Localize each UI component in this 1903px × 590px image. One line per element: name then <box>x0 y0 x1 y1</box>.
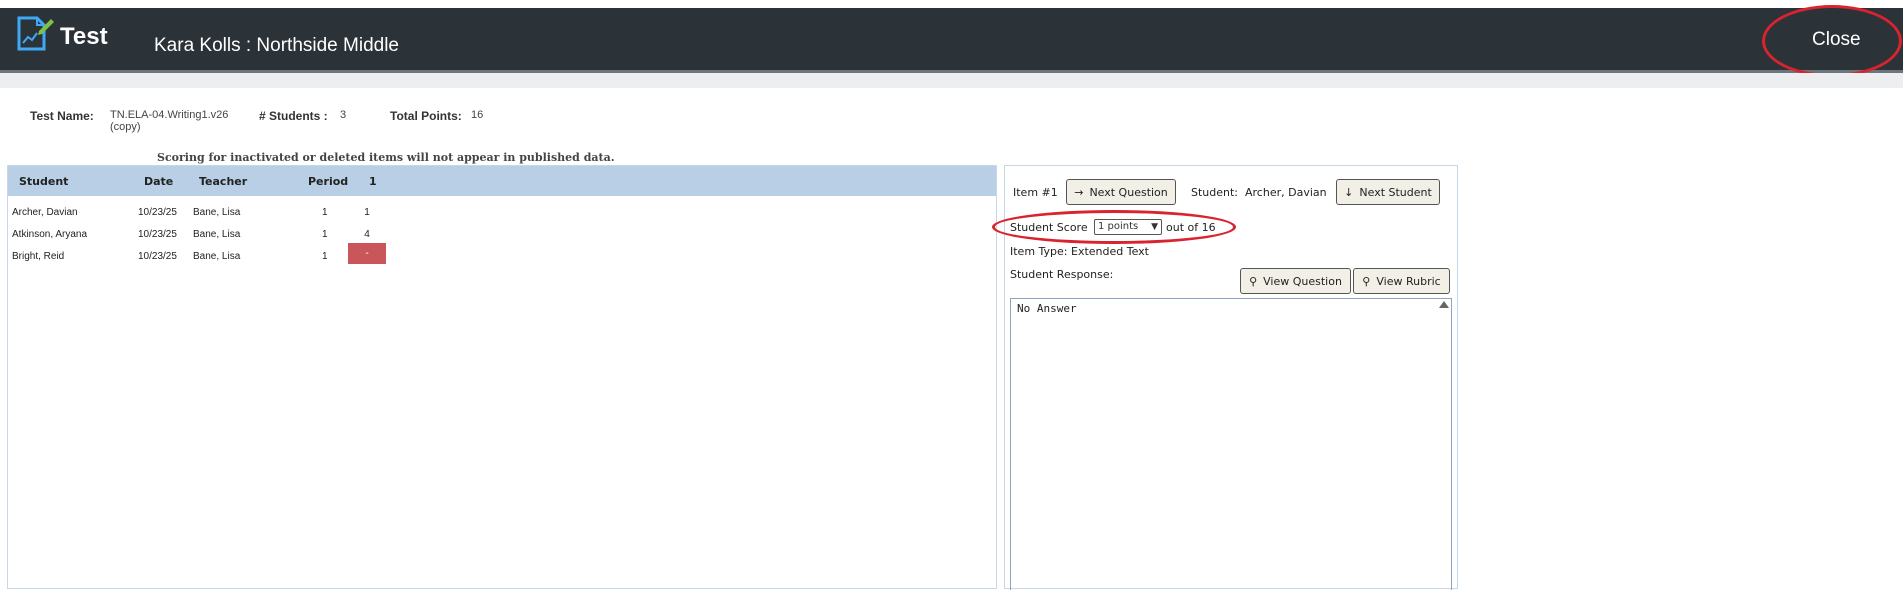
current-student-name: Archer, Davian <box>1245 186 1327 199</box>
search-icon: ⚲ <box>1249 274 1258 288</box>
item-type: Item Type: Extended Text <box>1010 245 1149 258</box>
table-row[interactable]: Atkinson, Aryana 10/23/25 Bane, Lisa 1 4 <box>8 224 996 246</box>
next-student-label: Next Student <box>1359 185 1432 199</box>
student-name[interactable]: Bright, Reid <box>12 251 64 262</box>
app-title: Test <box>60 23 108 50</box>
next-question-button[interactable]: → Next Question <box>1066 179 1176 205</box>
test-name-value: TN.ELA-04.Writing1.v26 (copy) <box>110 109 228 133</box>
sub-header-bar <box>0 73 1903 88</box>
document-edit-icon <box>17 16 54 51</box>
item-number-label: Item #1 <box>1013 186 1058 199</box>
total-points-value: 16 <box>471 109 484 121</box>
view-rubric-button[interactable]: ⚲ View Rubric <box>1353 268 1450 294</box>
score-highlight-ring <box>992 210 1236 244</box>
test-name-label: Test Name: <box>30 109 94 123</box>
column-header-date[interactable]: Date <box>144 175 173 188</box>
student-response-box[interactable]: No Answer <box>1010 298 1452 590</box>
teacher-name: Bane, Lisa <box>193 251 241 262</box>
student-name[interactable]: Atkinson, Aryana <box>12 229 87 240</box>
next-question-label: Next Question <box>1089 185 1168 199</box>
total-points-label: Total Points: <box>390 109 462 123</box>
arrow-right-icon: → <box>1074 185 1084 199</box>
test-name-copy: (copy) <box>110 121 141 133</box>
student-label: Student: <box>1191 186 1239 199</box>
user-school-title: Kara Kolls : Northside Middle <box>154 35 399 56</box>
test-date: 10/23/25 <box>138 207 177 218</box>
view-question-label: View Question <box>1263 274 1342 288</box>
column-header-student[interactable]: Student <box>19 175 68 188</box>
view-question-button[interactable]: ⚲ View Question <box>1240 268 1351 294</box>
student-response-text: No Answer <box>1017 302 1077 315</box>
test-date: 10/23/25 <box>138 229 177 240</box>
table-row[interactable]: Bright, Reid 10/23/25 Bane, Lisa 1 - <box>8 243 996 268</box>
period: 1 <box>322 251 328 262</box>
search-icon: ⚲ <box>1362 274 1371 288</box>
column-header-item-1[interactable]: 1 <box>369 175 377 188</box>
period: 1 <box>322 207 328 218</box>
test-date: 10/23/25 <box>138 251 177 262</box>
arrow-down-icon: ↓ <box>1344 185 1354 199</box>
table-header: Student Date Teacher Period 1 <box>8 166 996 196</box>
period: 1 <box>322 229 328 240</box>
view-rubric-label: View Rubric <box>1376 274 1441 288</box>
close-highlight-ring <box>1762 5 1902 77</box>
teacher-name: Bane, Lisa <box>193 229 241 240</box>
column-header-teacher[interactable]: Teacher <box>199 175 247 188</box>
student-scores-table: Student Date Teacher Period 1 Archer, Da… <box>7 165 997 589</box>
scroll-up-icon[interactable] <box>1439 301 1449 308</box>
item-score-missing[interactable]: - <box>348 243 386 264</box>
scoring-notice: Scoring for inactivated or deleted items… <box>157 151 615 164</box>
students-count-value: 3 <box>340 109 347 121</box>
student-name[interactable]: Archer, Davian <box>12 207 78 218</box>
student-response-label: Student Response: <box>1010 268 1114 281</box>
teacher-name: Bane, Lisa <box>193 207 241 218</box>
next-student-button[interactable]: ↓ Next Student <box>1336 179 1440 205</box>
column-header-period[interactable]: Period <box>308 175 348 188</box>
test-name-line: TN.ELA-04.Writing1.v26 <box>110 109 229 121</box>
students-count-label: # Students : <box>259 109 328 123</box>
table-row[interactable]: Archer, Davian 10/23/25 Bane, Lisa 1 1 <box>8 202 996 224</box>
